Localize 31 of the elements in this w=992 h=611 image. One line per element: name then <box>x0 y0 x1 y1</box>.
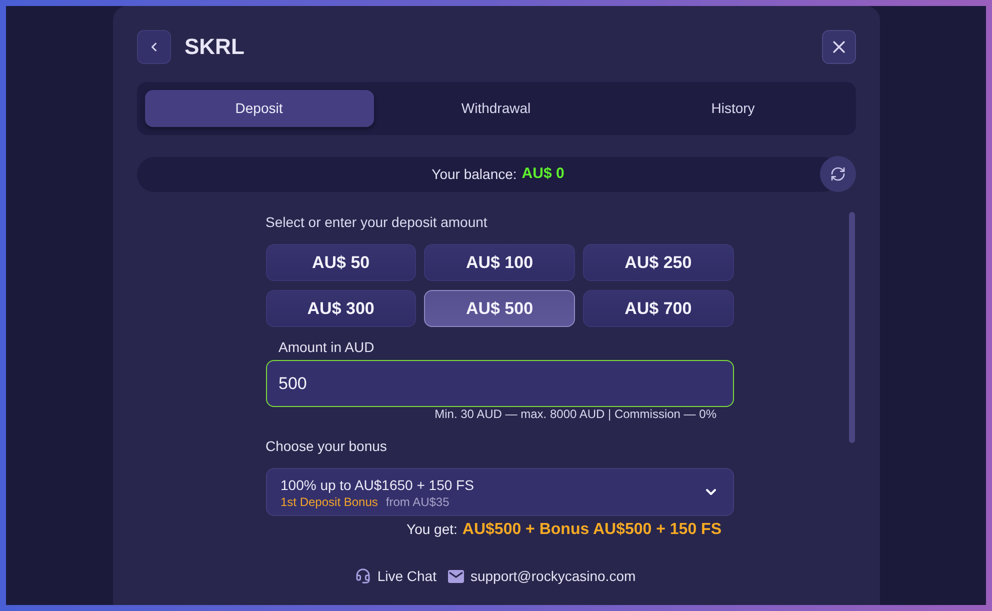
amount-label: Amount in AUD <box>278 339 376 355</box>
amount-preset[interactable]: AU$ 700 <box>582 290 734 327</box>
deposit-prompt: Select or enter your deposit amount <box>266 214 488 230</box>
dialog-title: SKRL <box>184 34 244 60</box>
tab[interactable]: History <box>618 90 848 127</box>
headset-icon <box>355 568 372 584</box>
amount-preset[interactable]: AU$ 300 <box>266 290 416 327</box>
close-button[interactable] <box>822 30 856 64</box>
balance-label: Your balance: <box>432 164 517 184</box>
email-link[interactable]: support@rockycasino.com <box>448 566 636 586</box>
amount-preset[interactable]: AU$ 500 <box>424 290 575 327</box>
bonus-tag: 1st Deposit Bonus <box>280 494 378 508</box>
you-get-label: You get: <box>406 520 458 539</box>
bonus-condition: from AU$35 <box>386 494 450 508</box>
bonus-select[interactable]: 100% up to AU$1650 + 150 FS 1st Deposit Bonus from AU$35 <box>266 468 734 516</box>
bonus-title: 100% up to AU$1650 + 150 FS <box>280 476 475 494</box>
balance-amount: AU$ 0 <box>522 164 564 184</box>
tab[interactable]: Withdrawal <box>382 90 610 127</box>
amount-preset[interactable]: AU$ 100 <box>424 244 575 281</box>
refresh-button[interactable] <box>820 156 856 192</box>
live-chat-link[interactable]: Live Chat <box>355 566 436 586</box>
mail-icon <box>448 570 464 582</box>
amount-preset[interactable]: AU$ 50 <box>266 244 416 281</box>
amount-preset[interactable]: AU$ 250 <box>582 244 734 281</box>
you-get-amount: AU$500 + Bonus AU$500 + 150 FS <box>462 520 722 540</box>
bonus-label: Choose your bonus <box>266 438 388 454</box>
scrollbar-thumb[interactable] <box>848 212 854 443</box>
tab[interactable]: Deposit <box>144 90 374 127</box>
refresh-icon <box>830 166 846 182</box>
amount-limits-hint: Min. 30 AUD — max. 8000 AUD | Commission — 0% <box>434 407 718 421</box>
amount-input[interactable]: 500 <box>266 360 734 407</box>
